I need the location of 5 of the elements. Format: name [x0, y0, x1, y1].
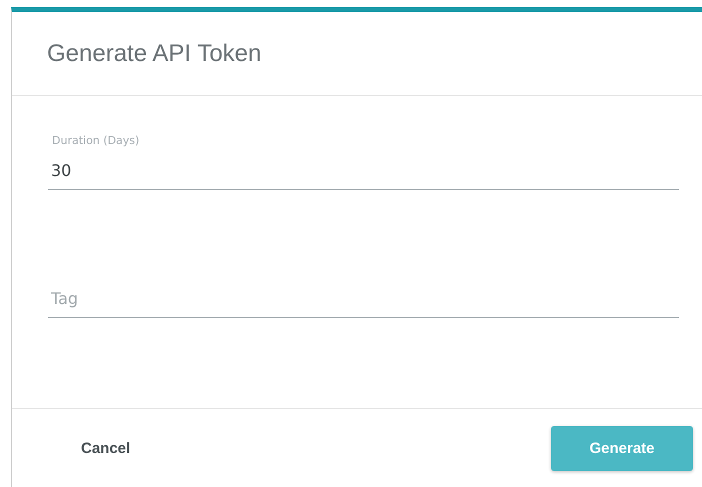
- duration-field[interactable]: 30: [48, 161, 679, 190]
- tag-field[interactable]: Tag: [48, 289, 679, 318]
- cancel-button[interactable]: Cancel: [68, 432, 144, 464]
- field-label: Duration (Days): [52, 134, 140, 147]
- dialog-title: Generate API Token: [47, 40, 262, 68]
